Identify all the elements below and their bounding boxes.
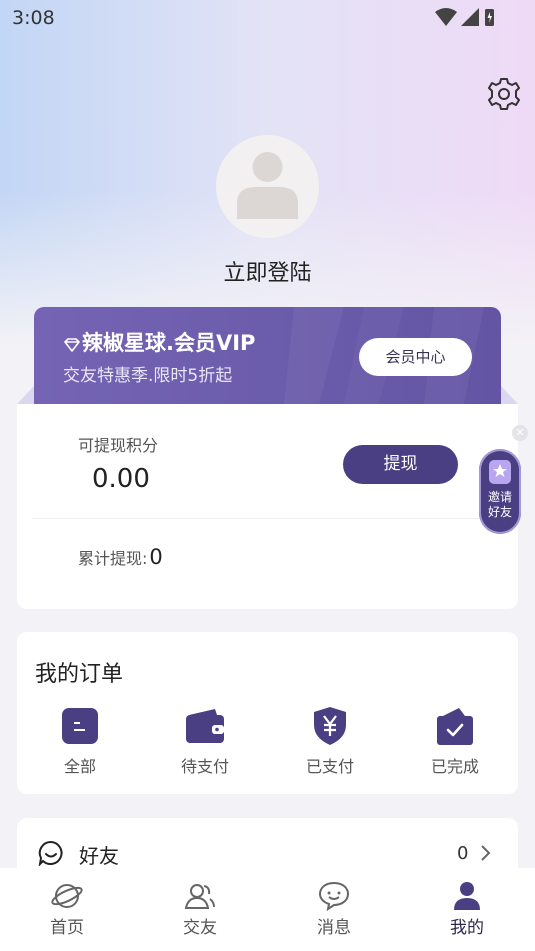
order-paid[interactable]: 已支付 bbox=[285, 705, 375, 777]
member-center-button[interactable]: 会员中心 bbox=[359, 338, 472, 376]
chat-icon bbox=[318, 881, 350, 911]
chevron-right-icon bbox=[481, 845, 491, 861]
tab-messages-label: 消息 bbox=[317, 918, 351, 938]
tab-mine[interactable]: 我的 bbox=[422, 881, 512, 938]
tab-home-label: 首页 bbox=[50, 918, 84, 938]
friends-count: 0 bbox=[457, 843, 469, 864]
invite-label-line1: 邀请 bbox=[487, 490, 512, 504]
people-icon bbox=[184, 884, 215, 909]
status-icons bbox=[435, 8, 494, 26]
tab-friends[interactable]: 交友 bbox=[155, 881, 245, 938]
vip-title-text: 辣椒星球.会员VIP bbox=[82, 331, 256, 355]
wallet-icon bbox=[186, 709, 224, 743]
bottom-tab-bar: 首页 交友 消息 我的 bbox=[0, 868, 535, 951]
diamond-icon bbox=[64, 338, 80, 352]
person-icon bbox=[454, 882, 480, 910]
order-completed-label: 已完成 bbox=[430, 757, 479, 776]
invite-friends-button[interactable]: 邀请 好友 bbox=[479, 449, 521, 534]
points-card: 可提现积分 0.00 提现 累计提现:0 bbox=[17, 404, 518, 609]
check-box-icon bbox=[437, 708, 473, 745]
order-paid-label: 已支付 bbox=[305, 757, 354, 776]
tab-messages[interactable]: 消息 bbox=[289, 881, 379, 938]
divider bbox=[32, 518, 518, 519]
vip-subtitle: 交友特惠季.限时5折起 bbox=[63, 366, 233, 386]
signal-icon bbox=[461, 8, 479, 26]
withdrawable-points-value: 0.00 bbox=[92, 464, 150, 494]
my-orders-title: 我的订单 bbox=[35, 662, 124, 687]
order-all[interactable]: 全部 bbox=[35, 705, 125, 777]
tab-friends-label: 交友 bbox=[183, 918, 217, 938]
total-withdrawn-label: 累计提现: bbox=[78, 549, 148, 568]
vip-title: 辣椒星球.会员VIP bbox=[64, 327, 255, 357]
vip-card-shadow-right bbox=[501, 386, 518, 404]
planet-icon bbox=[51, 884, 83, 908]
order-pending-payment-label: 待支付 bbox=[180, 757, 229, 776]
wifi-icon bbox=[435, 8, 457, 26]
total-withdrawn-value: 0 bbox=[149, 545, 163, 569]
order-pending-payment[interactable]: 待支付 bbox=[160, 705, 250, 777]
friends-label: 好友 bbox=[79, 844, 119, 868]
status-time: 3:08 bbox=[12, 7, 55, 29]
login-link[interactable]: 立即登陆 bbox=[0, 255, 535, 287]
all-orders-icon bbox=[62, 708, 98, 744]
total-withdrawn-row: 累计提现:0 bbox=[78, 545, 163, 569]
my-orders-card: 我的订单 全部 待支付 已支付 已完成 bbox=[17, 632, 518, 794]
status-bar: 3:08 bbox=[0, 0, 535, 36]
withdrawable-points-label: 可提现积分 bbox=[78, 436, 159, 455]
settings-gear-icon[interactable] bbox=[486, 76, 522, 112]
default-avatar-icon bbox=[237, 152, 298, 219]
badge-star-icon bbox=[489, 460, 511, 484]
avatar[interactable] bbox=[216, 135, 319, 238]
tab-home[interactable]: 首页 bbox=[22, 881, 112, 938]
vip-card-shadow-left bbox=[17, 386, 34, 404]
withdraw-button[interactable]: 提现 bbox=[343, 445, 458, 484]
invite-close-icon[interactable]: ✕ bbox=[512, 425, 528, 441]
vip-banner[interactable]: 辣椒星球.会员VIP 交友特惠季.限时5折起 会员中心 bbox=[34, 307, 501, 404]
yen-shield-icon bbox=[314, 707, 346, 745]
invite-label-line2: 好友 bbox=[487, 505, 512, 519]
smiley-chat-icon bbox=[38, 840, 63, 866]
tab-mine-label: 我的 bbox=[450, 918, 484, 938]
invite-label: 邀请 好友 bbox=[479, 490, 521, 520]
order-all-label: 全部 bbox=[63, 757, 96, 776]
order-completed[interactable]: 已完成 bbox=[410, 705, 500, 777]
